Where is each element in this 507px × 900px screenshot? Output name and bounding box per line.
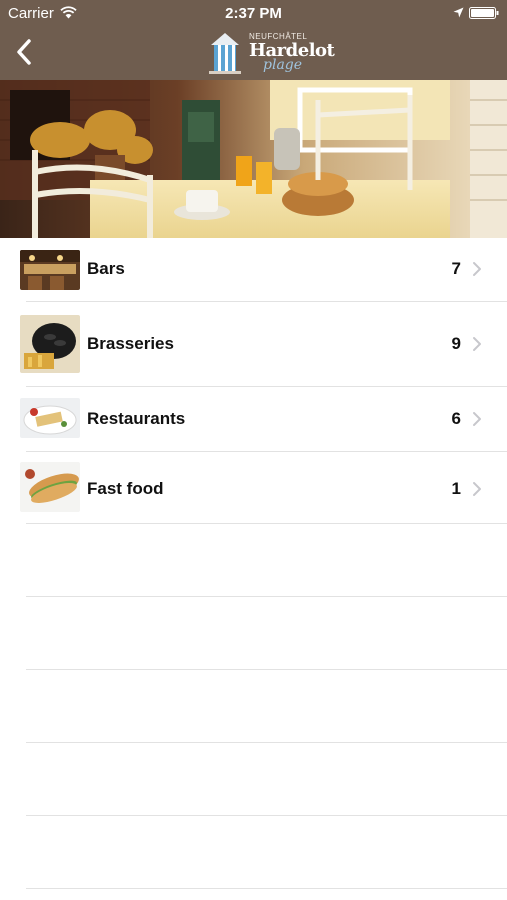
restaurant-interior-photo <box>0 80 507 238</box>
chevron-right-icon <box>473 482 481 496</box>
status-bar: Carrier 2:37 PM <box>0 0 507 26</box>
empty-row-divider <box>26 669 507 670</box>
empty-row-divider <box>26 815 507 816</box>
logo-line-3: plage <box>263 57 303 73</box>
row-divider <box>26 523 507 524</box>
beach-hut-logo-icon <box>209 33 241 74</box>
list-item-brasseries[interactable]: Brasseries 9 <box>0 302 507 386</box>
brasseries-thumbnail <box>20 315 80 373</box>
bars-count: 7 <box>451 259 461 278</box>
navigation-bar: Carrier 2:37 PM NEUFCHÂTEL Hardelot plag… <box>0 0 507 80</box>
restaurants-label: Restaurants <box>87 409 186 428</box>
empty-row-divider <box>26 742 507 743</box>
empty-row-divider <box>26 888 507 889</box>
location-arrow-icon <box>453 7 464 18</box>
restaurants-count: 6 <box>451 409 461 428</box>
brasseries-label: Brasseries <box>87 334 174 353</box>
list-item-fast-food[interactable]: Fast food 1 <box>0 452 507 523</box>
bars-label: Bars <box>87 259 125 278</box>
fast-food-count: 1 <box>451 479 461 498</box>
chevron-right-icon <box>473 412 481 426</box>
back-button[interactable] <box>8 34 40 70</box>
status-time: 2:37 PM <box>225 5 282 22</box>
hero-image <box>0 80 507 238</box>
brasseries-count: 9 <box>451 334 461 353</box>
bars-thumbnail <box>20 250 80 290</box>
fast-food-thumbnail <box>20 462 80 512</box>
chevron-right-icon <box>473 337 481 351</box>
battery-icon <box>469 7 499 19</box>
restaurants-thumbnail <box>20 398 80 438</box>
list-item-bars[interactable]: Bars 7 <box>0 238 507 301</box>
fast-food-label: Fast food <box>87 479 164 498</box>
app-logo: NEUFCHÂTEL Hardelot plage <box>203 30 335 76</box>
chevron-right-icon <box>473 262 481 276</box>
list-item-restaurants[interactable]: Restaurants 6 <box>0 387 507 451</box>
chevron-left-icon <box>17 39 31 65</box>
empty-row-divider <box>26 596 507 597</box>
